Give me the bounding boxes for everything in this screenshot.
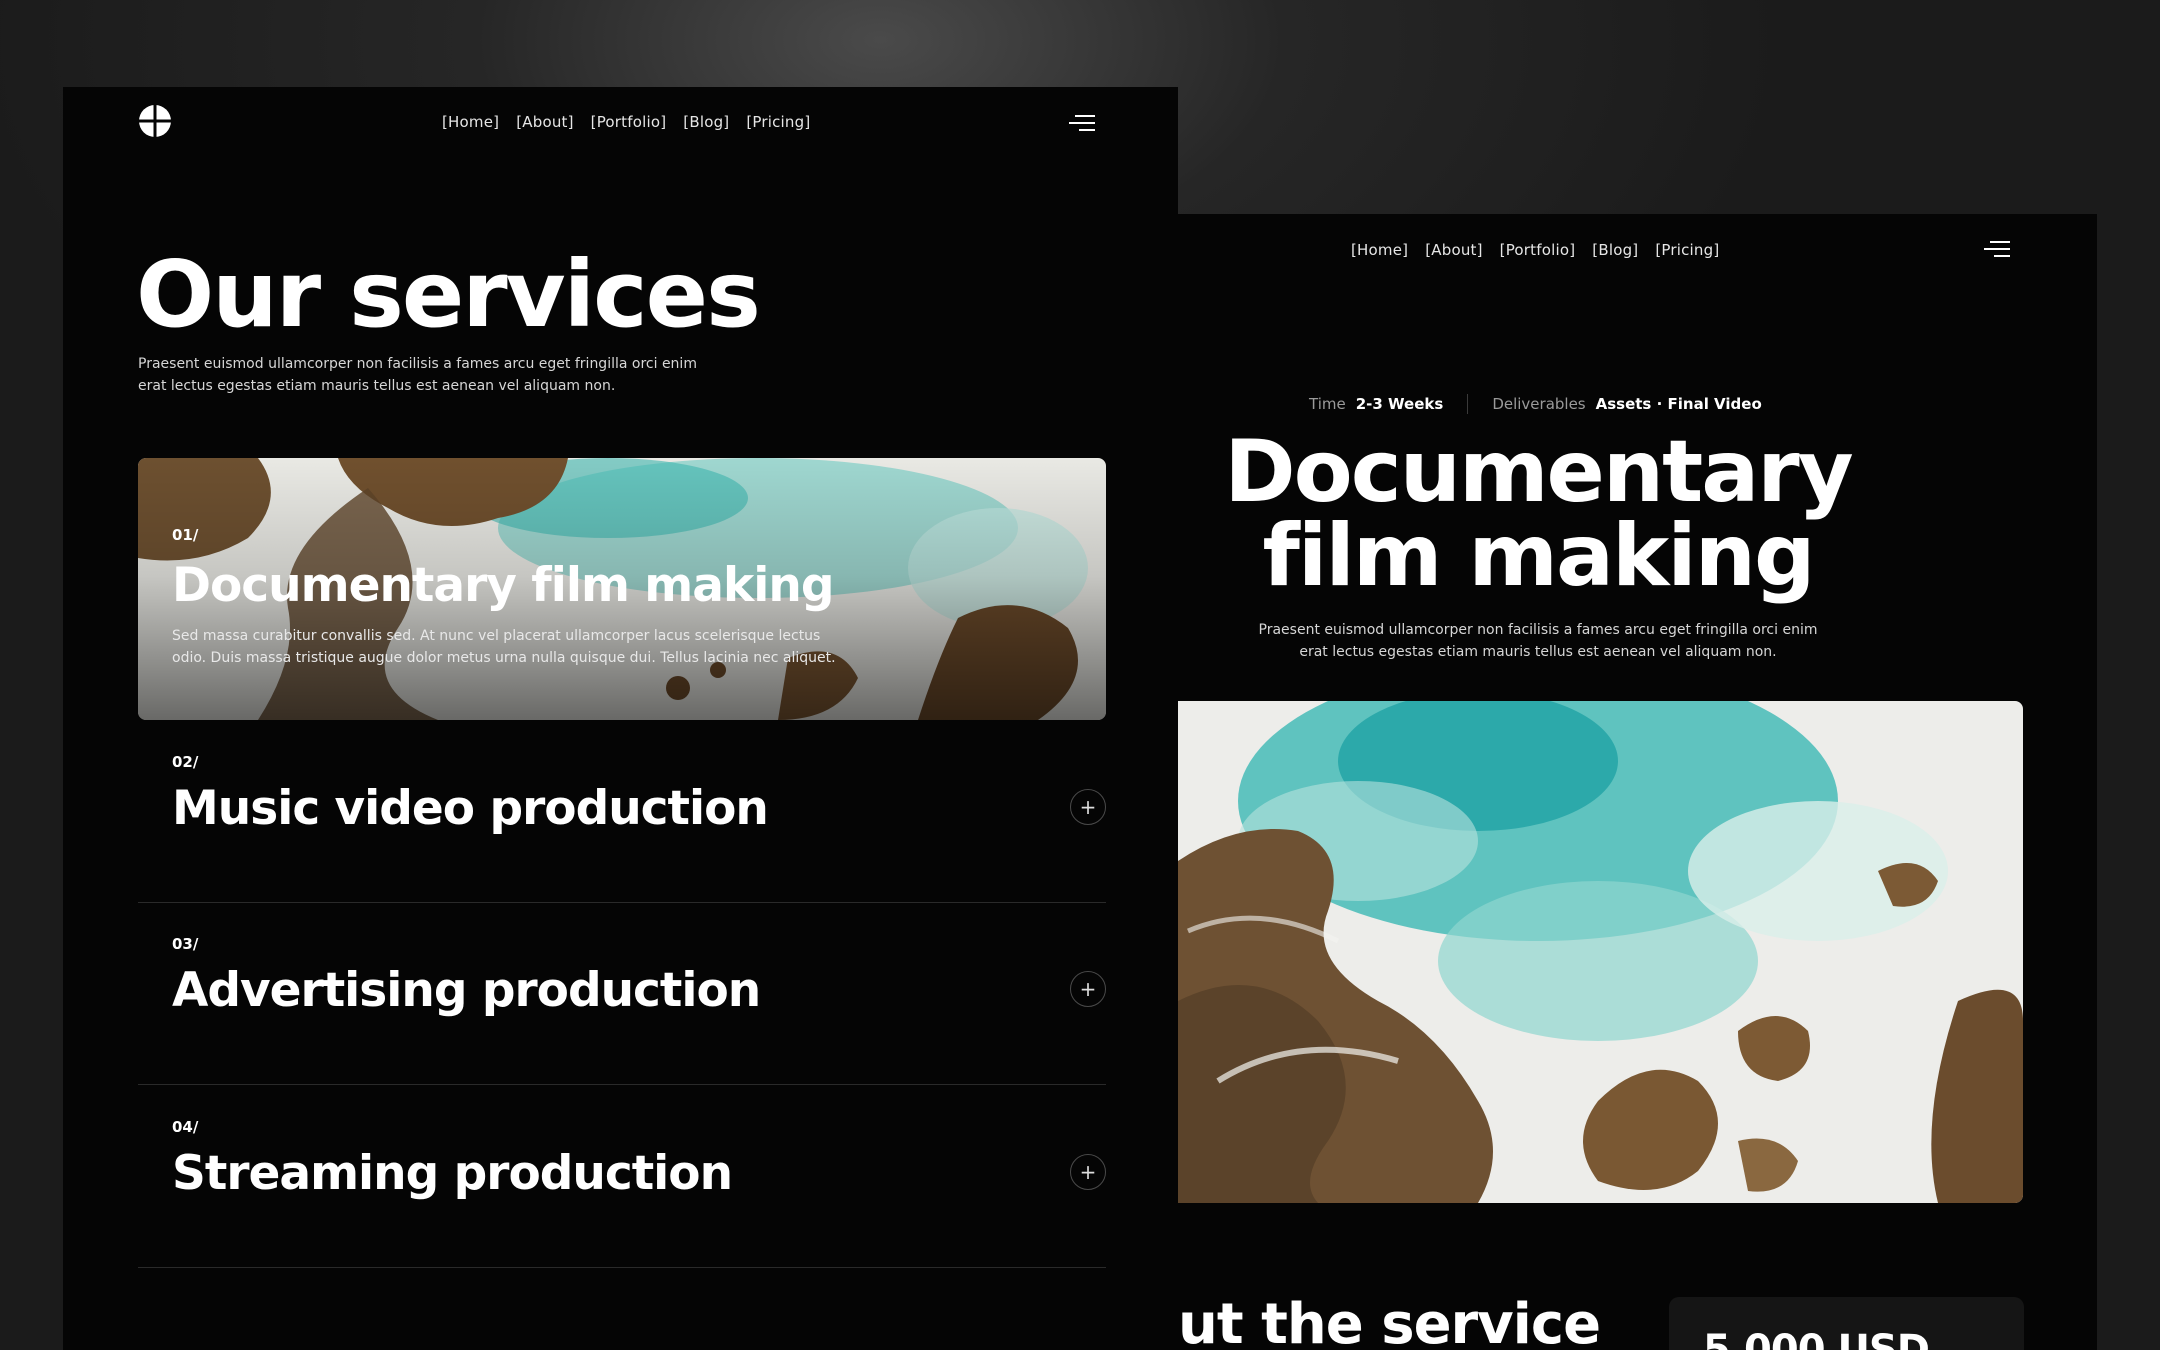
service-number: 02/ [172,753,199,771]
service-detail-window: [Home] [About] [Portfolio] [Blog] [Prici… [1178,214,2097,1350]
expand-plus-icon[interactable]: + [1070,1154,1106,1190]
menu-icon[interactable] [1984,238,2010,260]
expand-plus-icon[interactable]: + [1070,789,1106,825]
time-value: 2-3 Weeks [1355,395,1444,413]
about-service-heading: ut the service [1178,1292,1601,1350]
services-page-window: [Home] [About] [Portfolio] [Blog] [Prici… [63,87,1178,1350]
nav-pricing-link[interactable]: [Pricing] [1655,241,1719,259]
service-number: 01/ [172,526,199,544]
service-row-advertising[interactable]: 03/ Advertising production + [138,903,1106,1085]
service-row-music-video[interactable]: 02/ Music video production + [138,721,1106,903]
project-meta: Time 2-3 Weeks Deliverables Assets · Fin… [1309,394,1762,414]
nav-portfolio-link[interactable]: [Portfolio] [591,113,667,131]
service-title: Streaming production [172,1146,733,1201]
detail-title: Documentary film making [1178,422,1898,606]
nav-about-link[interactable]: [About] [516,113,573,131]
detail-title-line2: film making [1262,506,1815,606]
menu-icon[interactable] [1069,112,1095,134]
service-description: Sed massa curabitur convallis sed. At nu… [172,628,836,666]
deliverables-value: Assets · Final Video [1595,395,1762,413]
service-title: Documentary film making [172,558,834,613]
service-number: 03/ [172,935,199,953]
expand-plus-icon[interactable]: + [1070,971,1106,1007]
nav-blog-link[interactable]: [Blog] [683,113,729,131]
nav-pricing-link[interactable]: [Pricing] [746,113,810,131]
top-nav: [Home] [About] [Portfolio] [Blog] [Prici… [1351,241,1719,259]
price-value: 5,000 USD [1703,1327,1930,1350]
service-card-featured[interactable]: 01/ Documentary film making Sed massa cu… [138,458,1106,720]
service-row-streaming[interactable]: 04/ Streaming production + [138,1086,1106,1268]
page-intro: Praesent euismod ullamcorper non facilis… [138,356,697,394]
top-nav: [Home] [About] [Portfolio] [Blog] [Prici… [442,113,810,131]
detail-description: Praesent euismod ullamcorper non facilis… [1258,622,1818,660]
brand-logo-icon[interactable] [138,104,172,138]
detail-title-line1: Documentary [1224,422,1853,522]
price-card: 5,000 USD [1669,1297,2024,1350]
nav-blog-link[interactable]: [Blog] [1592,241,1638,259]
nav-portfolio-link[interactable]: [Portfolio] [1500,241,1576,259]
nav-home-link[interactable]: [Home] [442,113,499,131]
time-label: Time [1309,395,1346,413]
deliverables-label: Deliverables [1492,395,1586,413]
service-title: Music video production [172,781,769,836]
nav-about-link[interactable]: [About] [1425,241,1482,259]
page-title: Our services [136,241,761,348]
nav-home-link[interactable]: [Home] [1351,241,1408,259]
meta-divider [1467,394,1469,414]
ocean-hero-image [1178,701,2023,1203]
service-number: 04/ [172,1118,199,1136]
service-title: Advertising production [172,963,761,1018]
